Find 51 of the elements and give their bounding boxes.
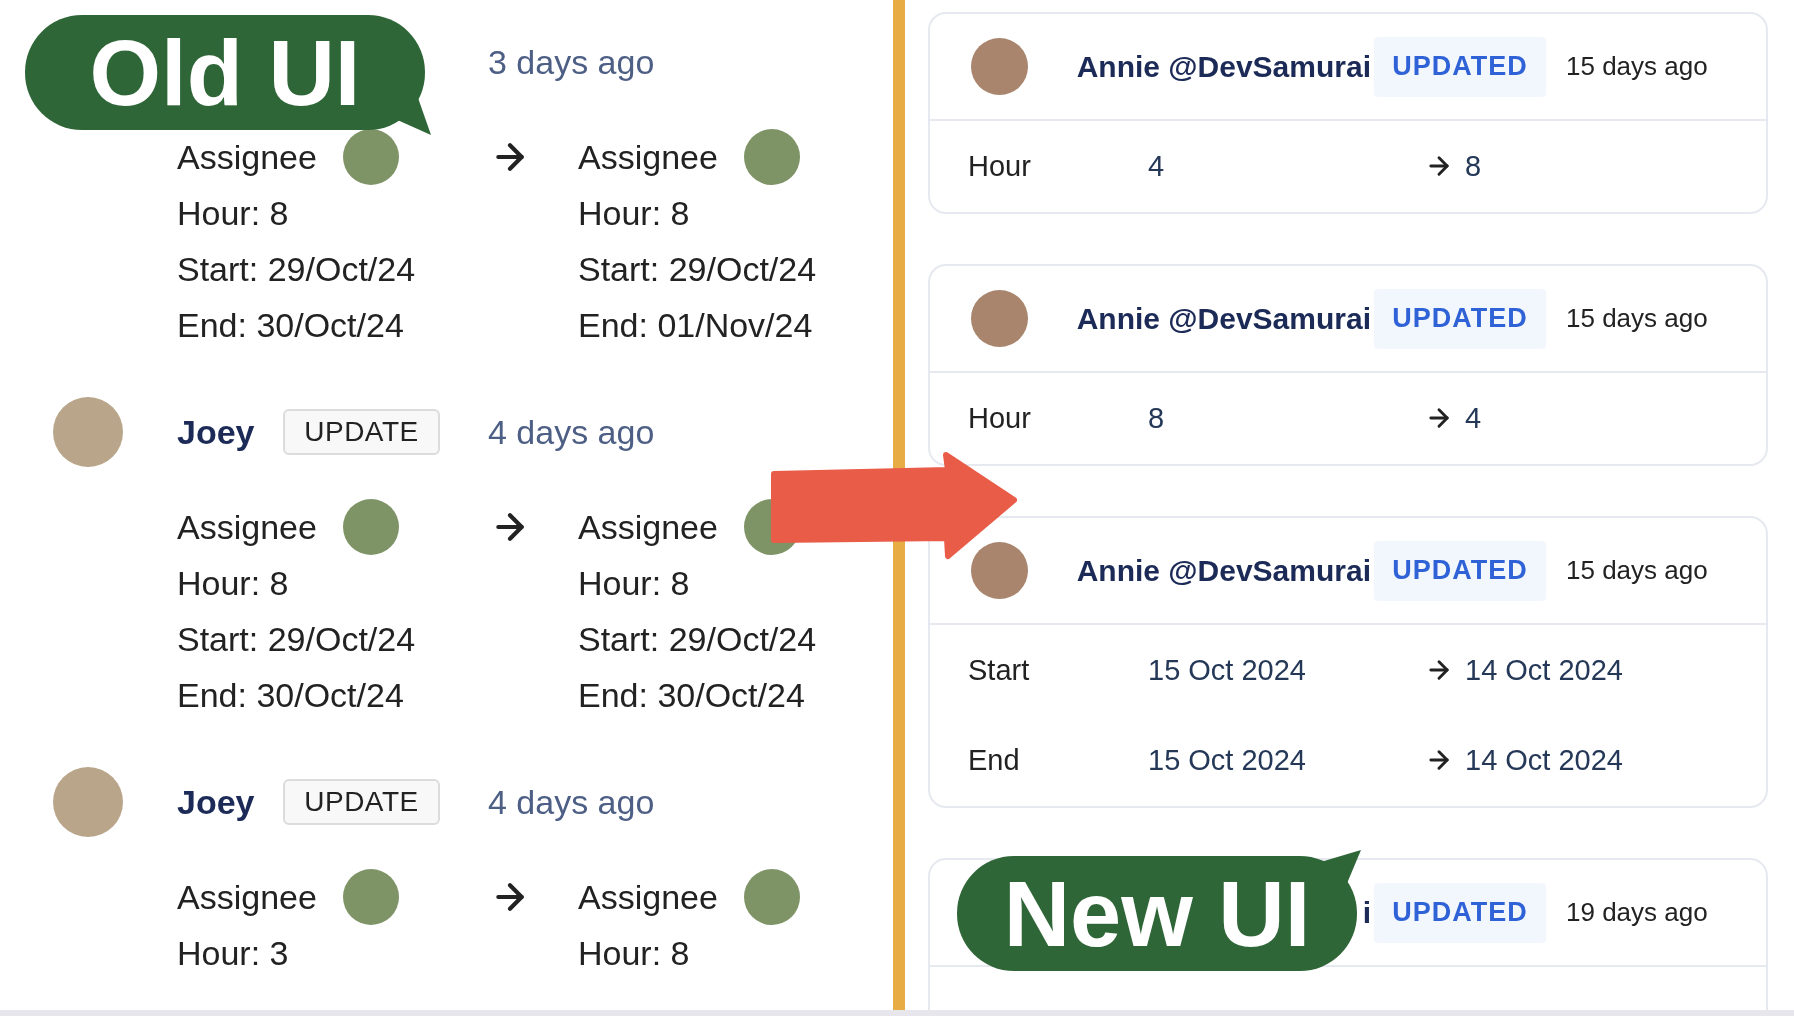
update-badge: UPDATE [283, 409, 440, 455]
change-after: Hour: 8 [578, 933, 690, 973]
change-after: Start: 29/Oct/24 [578, 619, 817, 659]
new-value: 14 Oct 2024 [1465, 743, 1624, 777]
timestamp: 15 days ago [1565, 303, 1709, 334]
timestamp: 15 days ago [1565, 51, 1709, 82]
change-before: End: 30/Oct/24 [177, 675, 404, 715]
old-value: 15 Oct 2024 [1148, 653, 1307, 687]
change-before: Assignee [177, 877, 317, 917]
user-name: Joey [177, 412, 256, 452]
user-name: Annie @DevSamurai [1076, 301, 1371, 336]
timestamp: 3 days ago [488, 42, 656, 82]
field-label: Hour [968, 401, 1032, 435]
field-label: End [968, 743, 1021, 777]
timestamp: 4 days ago [488, 782, 656, 822]
field-label: Start [968, 653, 1031, 687]
updated-badge: UPDATED [1374, 540, 1546, 601]
update-badge: UPDATE [283, 779, 440, 825]
change-after: Start: 29/Oct/24 [578, 249, 817, 289]
change-after: End: 30/Oct/24 [578, 675, 805, 715]
old-value: 15 Oct 2024 [1148, 743, 1307, 777]
change-after: Hour: 8 [578, 193, 690, 233]
field-label: Hour [968, 149, 1032, 183]
updated-badge: UPDATED [1374, 882, 1546, 943]
change-after: Assignee [578, 877, 718, 917]
change-after: Assignee [578, 137, 718, 177]
user-name: Joey [177, 782, 256, 822]
change-after: Hour: 8 [578, 563, 690, 603]
user-name: Annie @DevSamurai [1076, 553, 1371, 588]
change-before: Start: 29/Oct/24 [177, 619, 416, 659]
timestamp: 15 days ago [1565, 555, 1709, 586]
old-value: 8 [1148, 401, 1166, 435]
change-before: End: 30/Oct/24 [177, 305, 404, 345]
timestamp: 19 days ago [1565, 897, 1709, 928]
user-name: Annie @DevSamurai [1076, 49, 1371, 84]
change-after: End: 01/Nov/24 [578, 305, 813, 345]
change-before: Hour: 8 [177, 563, 289, 603]
old-value: 4 [1148, 149, 1166, 183]
updated-badge: UPDATED [1374, 288, 1546, 349]
change-before: Hour: 8 [177, 193, 289, 233]
new-value: 4 [1465, 401, 1483, 435]
change-before: Start: 29/Oct/24 [177, 249, 416, 289]
change-before: Hour: 3 [177, 933, 289, 973]
new-value: 8 [1465, 149, 1483, 183]
change-before: Assignee [177, 137, 317, 177]
change-after: Assignee [578, 507, 718, 547]
user-name: i [1362, 895, 1371, 930]
timestamp: 4 days ago [488, 412, 656, 452]
updated-badge: UPDATED [1374, 36, 1546, 97]
new-value: 14 Oct 2024 [1465, 653, 1624, 687]
change-before: Assignee [177, 507, 317, 547]
